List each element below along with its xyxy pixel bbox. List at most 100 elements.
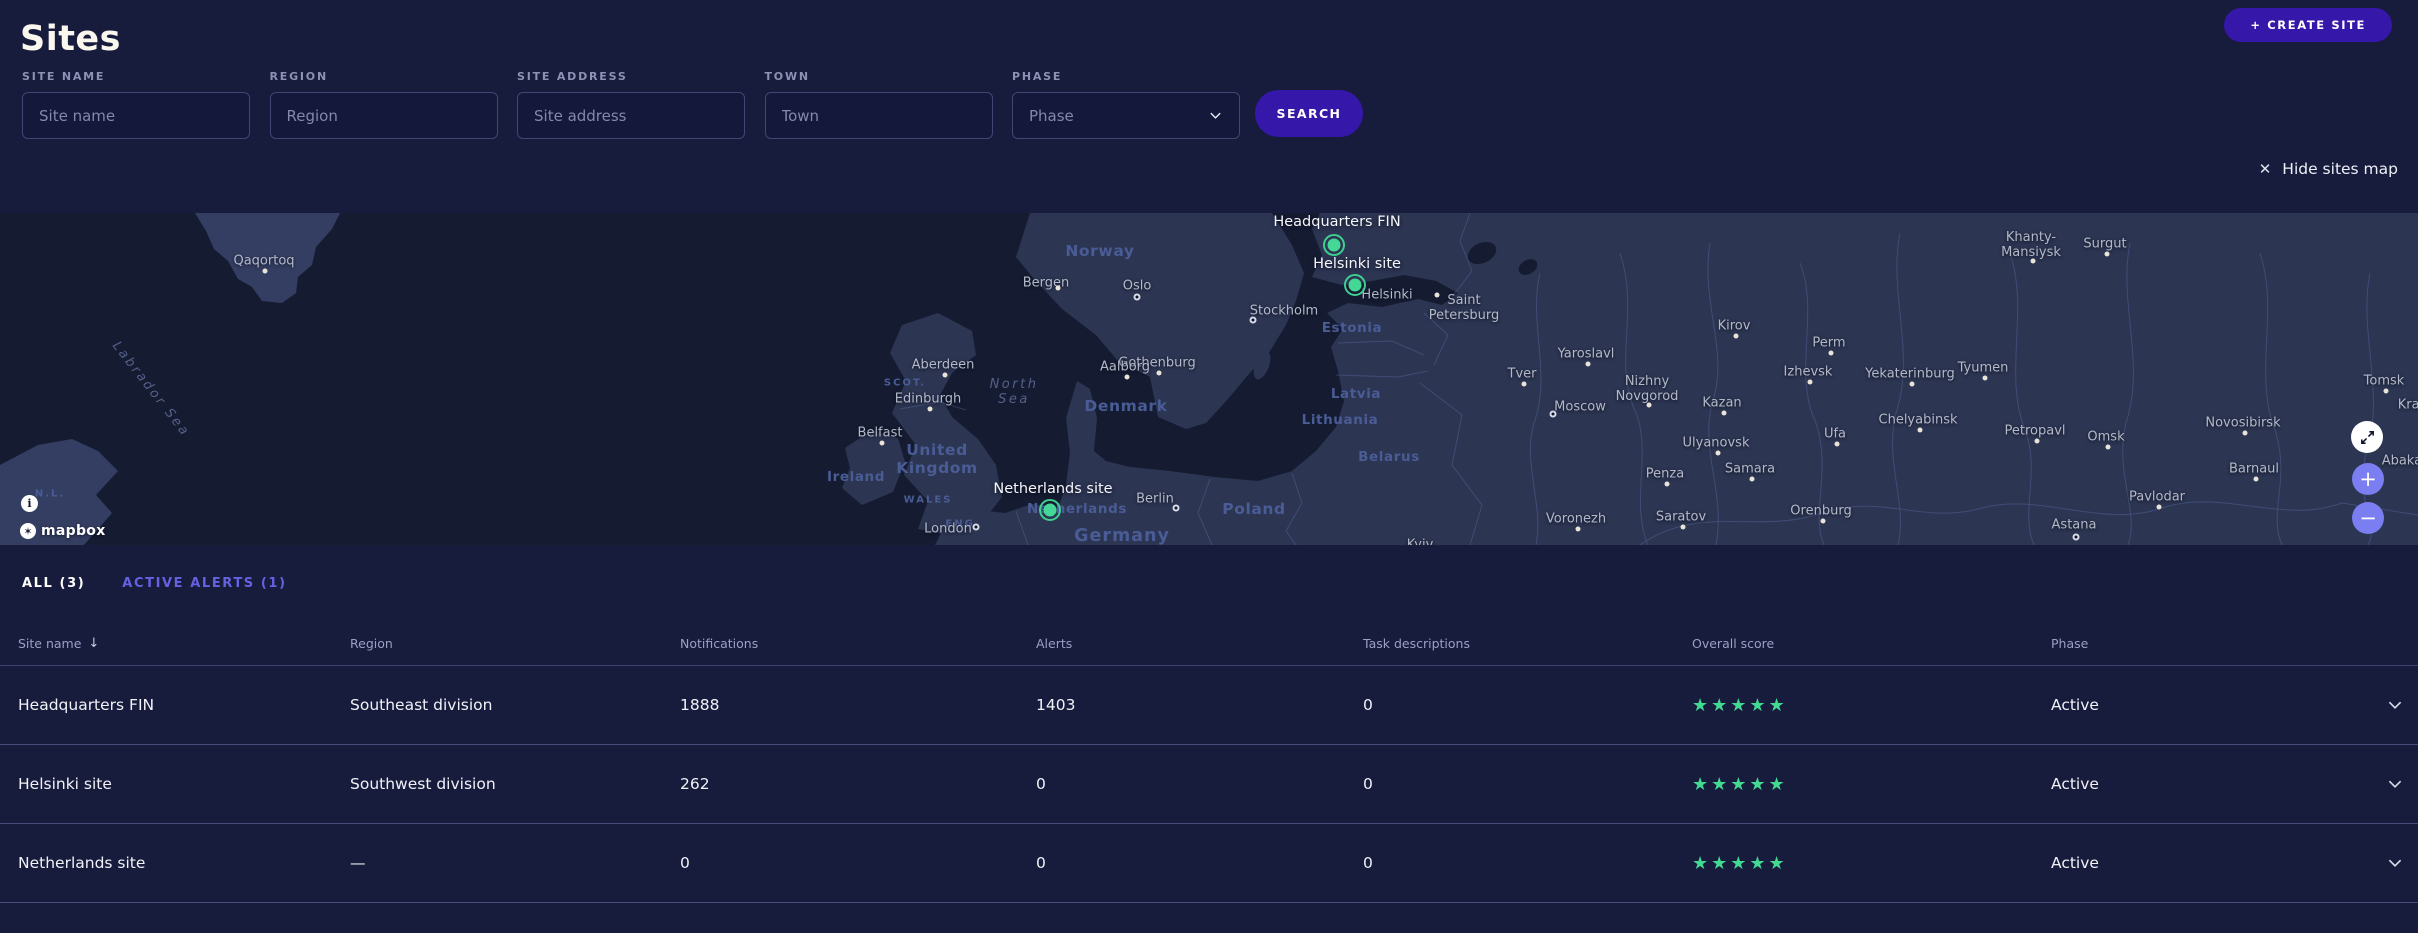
sort-descending-icon[interactable]: ↓ — [88, 636, 99, 651]
map-city-label: Perm — [1812, 337, 1845, 352]
column-header-notifications[interactable]: Notifications — [680, 636, 1036, 651]
column-header-task-descriptions[interactable]: Task descriptions — [1363, 636, 1692, 651]
map-city-label: Novosibirsk — [2205, 417, 2280, 432]
column-header-label: Region — [350, 636, 393, 651]
map-city-label: Tyumen — [1958, 362, 2009, 377]
region-field: REGION — [270, 70, 498, 139]
overall-score-stars: ★★★★★ — [1692, 774, 2051, 795]
map-region-label: WALES — [904, 494, 953, 506]
column-header-site-name[interactable]: Site name↓ — [18, 636, 350, 651]
table-row[interactable]: Netherlands site—000★★★★★Active — [0, 824, 2418, 903]
map-region-label: N.L. — [35, 488, 65, 500]
map-city-dot — [1821, 519, 1826, 524]
fullscreen-button[interactable] — [2351, 421, 2383, 453]
region-cell: Southeast division — [350, 696, 680, 714]
row-expand-chevron-icon[interactable] — [2348, 775, 2404, 793]
alerts-cell: 1403 — [1036, 696, 1363, 714]
site-marker-helsinki-site[interactable] — [1344, 274, 1366, 296]
map-city-dot — [1716, 451, 1721, 456]
page-title: Sites — [20, 19, 121, 59]
map-city-dot — [928, 407, 933, 412]
site-name-input[interactable] — [22, 92, 250, 139]
map-info-icon[interactable]: i — [21, 495, 38, 512]
map-city-label: Edinburgh — [895, 393, 961, 408]
map-city-label: Samara — [1725, 463, 1775, 478]
map-country-label: Estonia — [1322, 321, 1383, 337]
phase-cell: Active — [2051, 696, 2348, 714]
map-city-label: Tver — [1508, 368, 1537, 383]
map-city-label: Khanty- Mansiysk — [2001, 231, 2061, 261]
table-row[interactable]: Headquarters FINSoutheast division188814… — [0, 666, 2418, 745]
site-marker-label: Helsinki site — [1313, 256, 1401, 272]
map-city-dot — [1835, 442, 1840, 447]
map-city-label: Yaroslavl — [1558, 348, 1615, 363]
column-header-alerts[interactable]: Alerts — [1036, 636, 1363, 651]
fullscreen-icon — [2359, 429, 2376, 446]
map-city-label: Bergen — [1023, 277, 1070, 292]
map-city-dot — [1918, 428, 1923, 433]
map-city-label: Orenburg — [1790, 505, 1851, 520]
zoom-in-button[interactable]: + — [2352, 463, 2384, 495]
site-name-label: SITE NAME — [22, 70, 250, 83]
sites-table: Site name↓Region NotificationsAlerts Task … — [0, 622, 2418, 903]
mapbox-wordmark: mapbox — [41, 523, 106, 539]
map-city-label: Pavlodar — [2129, 491, 2185, 506]
map-city-dot — [2106, 445, 2111, 450]
column-header-region[interactable]: Region — [350, 636, 680, 651]
map-city-label: Barnaul — [2229, 463, 2279, 478]
map-region-label: SCOT. — [884, 377, 926, 389]
map-country-label: Denmark — [1084, 398, 1167, 416]
chevron-down-icon — [1208, 108, 1223, 123]
search-button[interactable]: SEARCH — [1255, 90, 1363, 137]
site-marker-label: Netherlands site — [993, 481, 1112, 497]
site-marker-headquarters-fin[interactable] — [1323, 234, 1345, 256]
map-city-dot — [1910, 382, 1915, 387]
town-input[interactable] — [765, 92, 993, 139]
row-expand-chevron-icon[interactable] — [2348, 854, 2404, 872]
map-city-label: Abakan — [2382, 455, 2418, 470]
tab-active-alerts-1[interactable]: ACTIVE ALERTS (1) — [122, 576, 286, 591]
map-city-label: Berlin — [1136, 493, 1174, 508]
create-site-button[interactable]: + CREATE SITE — [2224, 8, 2392, 42]
site-marker-netherlands-site[interactable] — [1039, 499, 1061, 521]
town-label: TOWN — [765, 70, 993, 83]
map-city-dot — [2254, 477, 2259, 482]
tab-all-3[interactable]: ALL (3) — [22, 576, 85, 591]
map-city-label: Kazan — [1702, 397, 1741, 412]
map-city-dot — [2035, 439, 2040, 444]
map-sea-label: North Sea — [990, 378, 1039, 408]
map-city-dot — [1750, 477, 1755, 482]
task-descriptions-cell: 0 — [1363, 854, 1692, 872]
map-city-dot — [2073, 534, 2080, 541]
map-city-label: Surgut — [2083, 238, 2126, 253]
table-row[interactable]: Helsinki siteSouthwest division26200★★★★… — [0, 745, 2418, 824]
map-country-label: Norway — [1065, 243, 1134, 261]
map-city-dot — [1734, 334, 1739, 339]
notifications-cell: 1888 — [680, 696, 1036, 714]
map-city-dot — [1681, 525, 1686, 530]
map-city-dot — [880, 441, 885, 446]
site-address-field: SITE ADDRESS — [517, 70, 745, 139]
hide-sites-map-toggle[interactable]: ✕ Hide sites map — [2259, 160, 2398, 178]
column-header-phase[interactable]: Phase — [2051, 636, 2348, 651]
site-address-input[interactable] — [517, 92, 745, 139]
site-marker-label: Headquarters FIN — [1273, 214, 1400, 230]
phase-field: PHASEPhase — [1012, 70, 1240, 139]
map-country-label: Germany — [1074, 526, 1170, 545]
town-field: TOWN — [765, 70, 993, 139]
hide-sites-map-label: Hide sites map — [2282, 160, 2398, 178]
region-input[interactable] — [270, 92, 498, 139]
overall-score-stars: ★★★★★ — [1692, 853, 2051, 874]
phase-select[interactable]: Phase — [1012, 92, 1240, 139]
map-city-label: Aberdeen — [912, 359, 975, 374]
mapbox-attribution[interactable]: ✶ mapbox — [20, 523, 106, 539]
column-header-overall-score[interactable]: Overall score — [1692, 636, 2051, 651]
row-expand-chevron-icon[interactable] — [2348, 696, 2404, 714]
notifications-cell: 262 — [680, 775, 1036, 793]
sites-page: Sites + CREATE SITE SITE NAME REGION SITE … — [0, 0, 2418, 933]
map-city-dot — [1550, 411, 1557, 418]
zoom-out-button[interactable]: − — [2352, 502, 2384, 534]
sites-map[interactable]: NorwayDenmarkUnited KingdomIrelandNether… — [0, 213, 2418, 545]
map-city-label: Yekaterinburg — [1865, 368, 1955, 383]
column-header-label: Alerts — [1036, 636, 1072, 651]
